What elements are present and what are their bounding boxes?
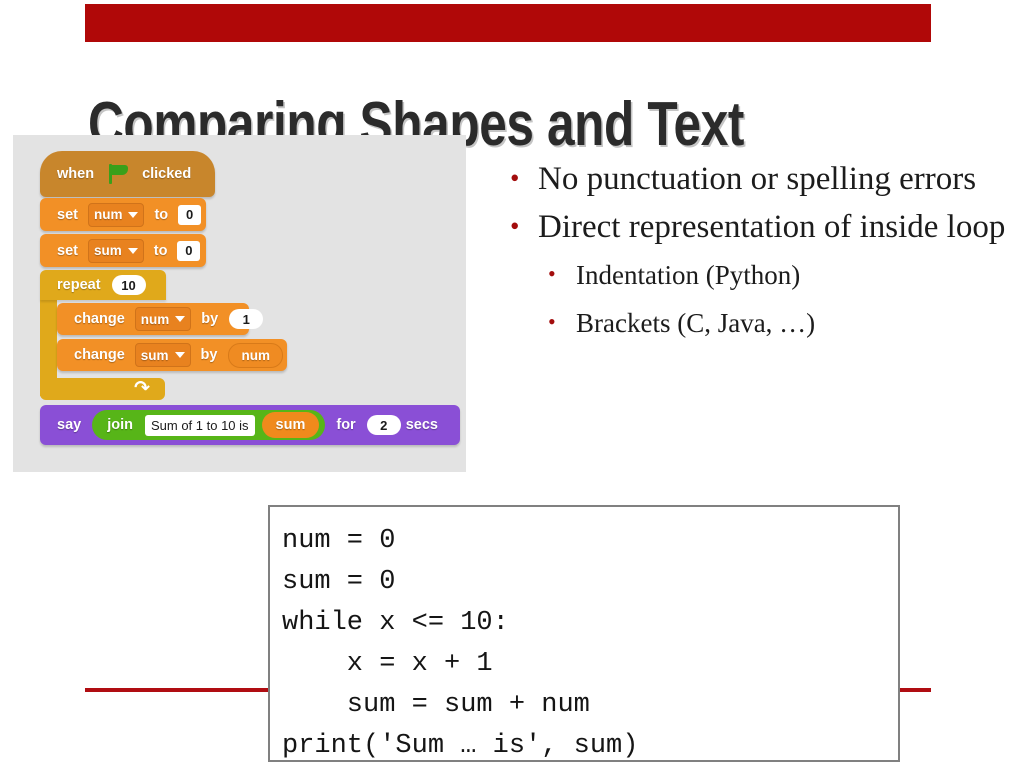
bullet-item-2-sub-2: Brackets (C, Java, …) (502, 298, 1018, 347)
change-keyword: change (74, 347, 125, 363)
chevron-down-icon (128, 211, 139, 218)
scratch-block-join: join Sum of 1 to 10 is sum (92, 410, 326, 440)
say-keyword: say (57, 417, 82, 433)
to-label: to (153, 242, 168, 259)
dropdown-value: sum (93, 243, 122, 258)
scratch-block-when-flag-clicked: when clicked (40, 151, 215, 197)
clicked-label: clicked (142, 166, 192, 182)
repeat-count-input[interactable]: 10 (111, 275, 146, 295)
when-label: when (57, 166, 95, 182)
variable-dropdown-num[interactable]: num (87, 202, 145, 227)
variable-reporter-num[interactable]: num (228, 342, 283, 368)
variable-dropdown-sum[interactable]: sum (87, 238, 144, 263)
scratch-block-set-num: set num to 0 (40, 198, 206, 231)
secs-label: secs (405, 417, 438, 433)
variable-dropdown-num[interactable]: num (134, 307, 192, 331)
scratch-block-set-sum: set sum to 0 (40, 234, 206, 267)
value-input-num[interactable]: 0 (178, 204, 202, 225)
dropdown-value: sum (140, 347, 169, 363)
join-text-input[interactable]: Sum of 1 to 10 is (144, 414, 255, 436)
dropdown-value: num (93, 207, 123, 222)
green-flag-icon (107, 164, 129, 184)
chevron-down-icon (174, 352, 185, 358)
bullet-item-2: Direct representation of inside loop (502, 202, 1018, 251)
seconds-input[interactable]: 2 (366, 415, 401, 435)
join-keyword: join (107, 417, 133, 433)
set-keyword: set (57, 242, 78, 259)
to-label: to (154, 206, 169, 223)
scratch-block-say-for-secs: say join Sum of 1 to 10 is sum for 2 sec… (40, 405, 460, 445)
chevron-down-icon (175, 316, 186, 322)
chevron-down-icon (127, 247, 138, 254)
set-keyword: set (57, 206, 78, 223)
bullet-item-2-sub-1: Indentation (Python) (502, 250, 1018, 299)
bullet-item-1: No punctuation or spelling errors (502, 154, 1018, 203)
scratch-block-change-sum: change sum by num (57, 339, 287, 371)
python-code-block: num = 0 sum = 0 while x <= 10: x = x + 1… (268, 505, 900, 762)
variable-dropdown-sum[interactable]: sum (134, 343, 191, 367)
change-keyword: change (74, 311, 125, 327)
loop-arrow-icon: ↶ (134, 378, 150, 399)
by-label: by (201, 311, 219, 327)
by-label: by (200, 347, 218, 363)
corner-watermark (958, 2, 1020, 32)
bullet-list: No punctuation or spelling errors Direct… (502, 154, 1018, 347)
scratch-block-change-num: change num by 1 (57, 303, 264, 335)
dropdown-value: num (140, 311, 170, 327)
value-input-sum[interactable]: 0 (177, 240, 201, 261)
scratch-program-image: when clicked set num to 0 set sum to 0 ↶… (13, 135, 466, 472)
header-accent-bar (85, 4, 931, 42)
scratch-block-repeat: repeat 10 (40, 270, 166, 300)
variable-reporter-sum[interactable]: sum (261, 412, 320, 438)
repeat-keyword: repeat (57, 277, 101, 293)
change-amount-input[interactable]: 1 (229, 309, 264, 329)
for-label: for (336, 417, 356, 433)
